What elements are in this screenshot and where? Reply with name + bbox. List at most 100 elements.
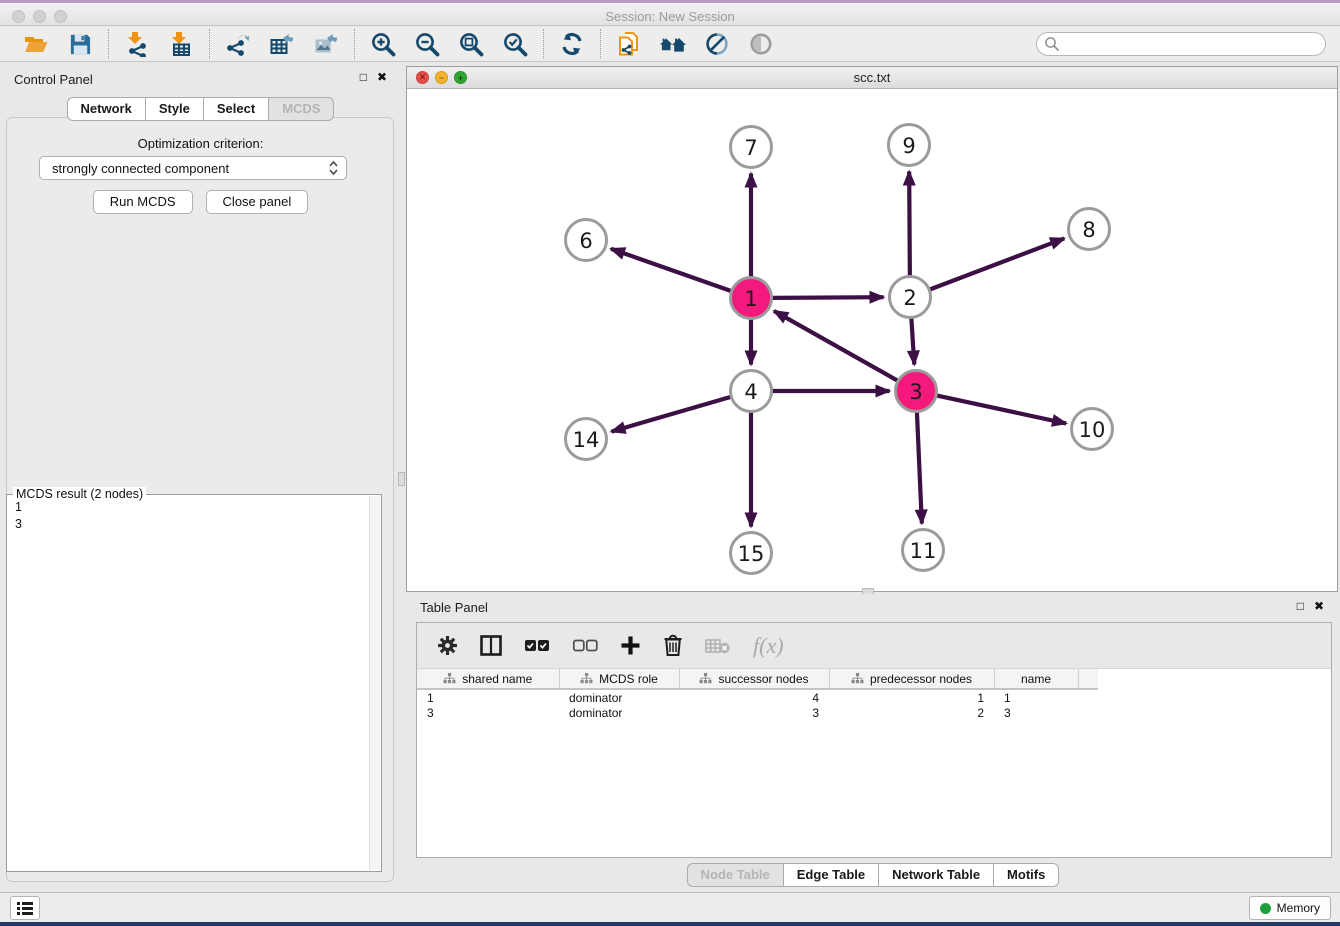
run-mcds-button[interactable]: Run MCDS <box>93 190 193 214</box>
column-header-successor-nodes[interactable]: successor nodes <box>679 669 829 689</box>
network-window-titlebar[interactable]: ✕ − + scc.txt <box>407 67 1337 89</box>
cell[interactable]: dominator <box>559 705 679 721</box>
node-label: 2 <box>903 286 916 310</box>
node-14[interactable]: 14 <box>566 419 607 460</box>
zoom-selected-icon[interactable] <box>501 30 529 58</box>
node-table-frame: f(x) shared nameMCDS rolesuccessor nodes… <box>416 622 1332 858</box>
node-11[interactable]: 11 <box>903 530 944 571</box>
node-9[interactable]: 9 <box>889 125 930 166</box>
cell[interactable]: 1 <box>829 689 994 705</box>
search-input[interactable] <box>1036 32 1326 56</box>
tab-motifs[interactable]: Motifs <box>993 863 1059 887</box>
zoom-fit-icon[interactable] <box>457 30 485 58</box>
mac-titlebar: Session: New Session <box>0 0 1340 26</box>
chevron-updown-icon <box>328 160 339 176</box>
main-toolbar <box>0 27 1340 62</box>
node-6[interactable]: 6 <box>566 220 607 261</box>
zoom-out-icon[interactable] <box>413 30 441 58</box>
edge-1-2[interactable] <box>772 297 883 298</box>
application-window: Session: New Session <box>0 0 1340 926</box>
import-network-icon[interactable] <box>123 30 151 58</box>
table-toolbar: f(x) <box>417 623 1331 669</box>
export-network-icon[interactable] <box>224 30 252 58</box>
node-table[interactable]: shared nameMCDS rolesuccessor nodesprede… <box>417 669 1098 721</box>
dropdown-value: strongly connected component <box>52 161 229 176</box>
optimization-criterion-select[interactable]: strongly connected component <box>39 156 347 180</box>
float-panel-icon[interactable]: □ <box>360 70 367 84</box>
column-header-shared-name[interactable]: shared name <box>417 669 559 689</box>
float-panel-icon[interactable]: □ <box>1297 599 1304 613</box>
function-builder-button[interactable]: f(x) <box>753 633 784 659</box>
edge-3-1[interactable] <box>774 311 897 380</box>
cell[interactable]: 2 <box>829 705 994 721</box>
result-scrollbar[interactable] <box>369 496 380 870</box>
node-1[interactable]: 1 <box>731 278 772 319</box>
refresh-icon[interactable] <box>558 30 586 58</box>
column-header-name[interactable]: name <box>994 669 1078 689</box>
edge-2-3[interactable] <box>911 318 914 364</box>
edge-4-14[interactable] <box>611 397 730 432</box>
node-4[interactable]: 4 <box>731 371 772 412</box>
cell[interactable]: 3 <box>679 705 829 721</box>
cell[interactable]: 3 <box>417 705 559 721</box>
memory-status-icon <box>1260 903 1271 914</box>
node-label: 15 <box>738 542 765 566</box>
close-panel-button[interactable]: Close panel <box>206 190 309 214</box>
select-all-columns-icon[interactable] <box>524 638 550 653</box>
panel-splitter-handle[interactable] <box>398 472 405 486</box>
memory-label: Memory <box>1277 901 1320 915</box>
tab-edge-table[interactable]: Edge Table <box>783 863 878 887</box>
node-10[interactable]: 10 <box>1072 409 1113 450</box>
table-row[interactable]: 1dominator411 <box>417 689 1098 705</box>
edge-3-11[interactable] <box>917 412 922 523</box>
cell[interactable]: 4 <box>679 689 829 705</box>
tab-mcds[interactable]: MCDS <box>268 97 334 121</box>
node-8[interactable]: 8 <box>1069 209 1110 250</box>
tab-network[interactable]: Network <box>67 97 145 121</box>
tab-network-table[interactable]: Network Table <box>878 863 993 887</box>
network-canvas[interactable]: 1 2 3 4 6 7 8 9 10 11 14 15 <box>407 89 1337 591</box>
node-15[interactable]: 15 <box>731 533 772 574</box>
save-session-icon[interactable] <box>66 30 94 58</box>
import-table-icon[interactable] <box>167 30 195 58</box>
table-panel-title: Table Panel <box>420 600 488 615</box>
export-image-icon[interactable] <box>312 30 340 58</box>
export-table-icon[interactable] <box>268 30 296 58</box>
create-column-icon[interactable] <box>620 635 641 656</box>
node-label: 10 <box>1079 418 1106 442</box>
close-panel-icon[interactable]: ✖ <box>1314 599 1324 613</box>
optimization-criterion-label: Optimization criterion: <box>0 136 401 151</box>
show-hide-icon[interactable] <box>747 30 775 58</box>
edge-3-10[interactable] <box>937 396 1066 424</box>
cell[interactable]: dominator <box>559 689 679 705</box>
close-panel-icon[interactable]: ✖ <box>377 70 387 84</box>
column-header-MCDS-role[interactable]: MCDS role <box>559 669 679 689</box>
edge-2-8[interactable] <box>930 238 1064 289</box>
show-column-panel-icon[interactable] <box>480 635 502 656</box>
tab-node-table[interactable]: Node Table <box>687 863 783 887</box>
home-neighbors-icon[interactable] <box>659 30 687 58</box>
zoom-in-icon[interactable] <box>369 30 397 58</box>
tab-style[interactable]: Style <box>145 97 203 121</box>
cell[interactable]: 1 <box>417 689 559 705</box>
cell[interactable]: 3 <box>994 705 1078 721</box>
column-header-filler <box>1078 669 1098 689</box>
cell[interactable]: 1 <box>994 689 1078 705</box>
duplicate-network-icon[interactable] <box>615 30 643 58</box>
column-header-predecessor-nodes[interactable]: predecessor nodes <box>829 669 994 689</box>
node-2[interactable]: 2 <box>890 277 931 318</box>
delete-column-trash-icon[interactable] <box>663 634 683 657</box>
apply-style-icon[interactable] <box>703 30 731 58</box>
node-3[interactable]: 3 <box>896 371 937 412</box>
deselect-all-columns-icon[interactable] <box>572 638 598 653</box>
delete-table-icon[interactable] <box>705 637 731 655</box>
table-settings-gear-icon[interactable] <box>437 635 458 656</box>
table-row[interactable]: 3dominator323 <box>417 705 1098 721</box>
tab-select[interactable]: Select <box>203 97 268 121</box>
node-7[interactable]: 7 <box>731 127 772 168</box>
memory-button[interactable]: Memory <box>1249 896 1331 920</box>
open-session-icon[interactable] <box>22 30 50 58</box>
edge-1-6[interactable] <box>611 249 731 291</box>
task-history-button[interactable] <box>10 896 40 920</box>
edge-2-9[interactable] <box>909 171 910 275</box>
